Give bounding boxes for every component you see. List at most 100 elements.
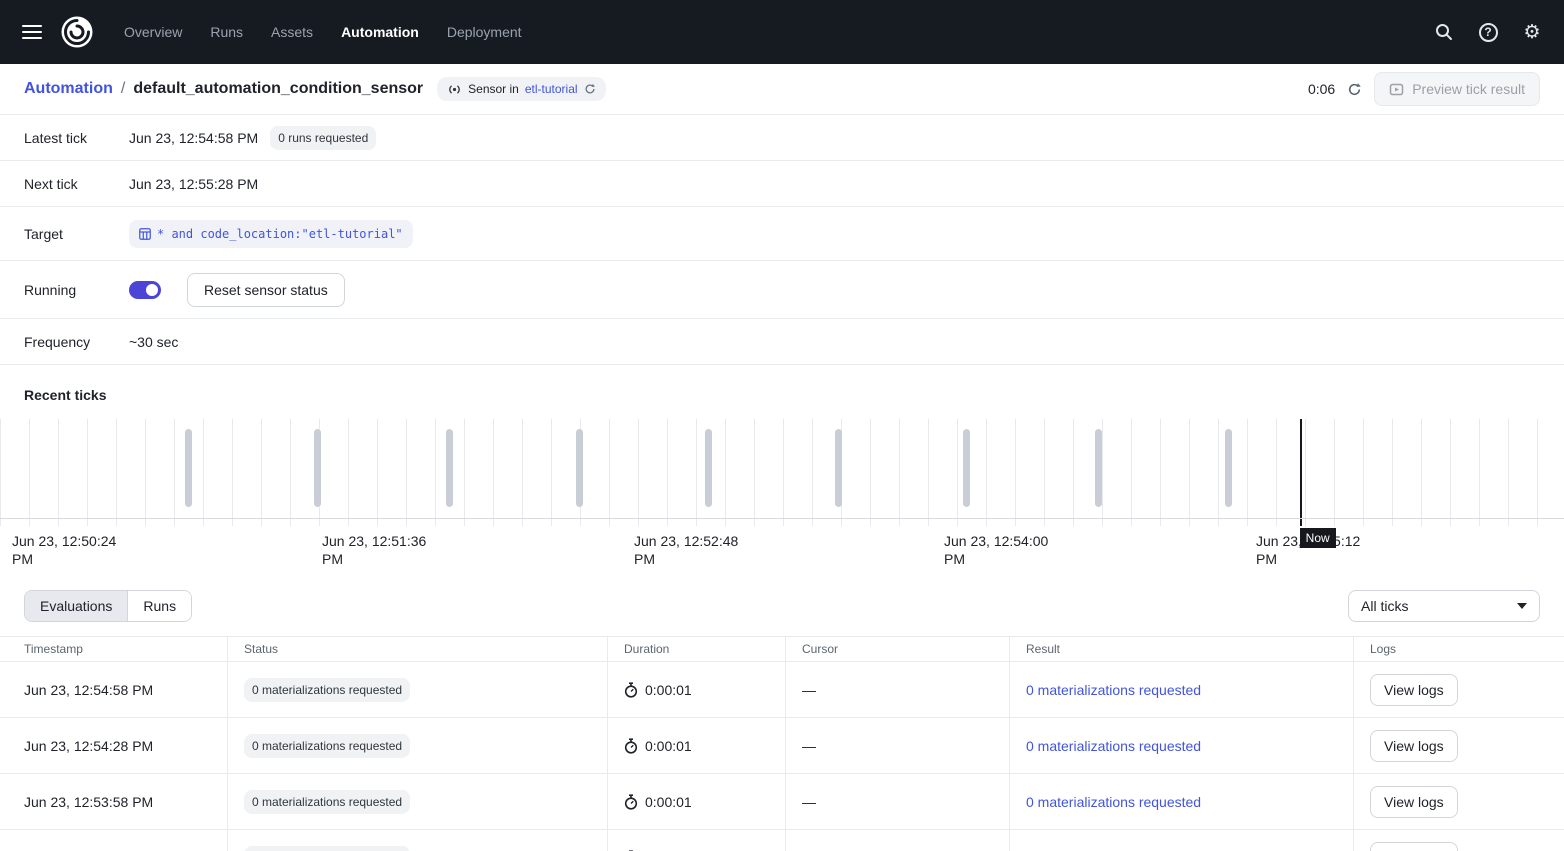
latest-tick-value: Jun 23, 12:54:58 PM bbox=[129, 130, 258, 146]
frequency-row: Frequency ~30 sec bbox=[0, 319, 1564, 365]
status-badge: 0 materializations requested bbox=[244, 678, 410, 702]
sensor-badge-text: Sensor in bbox=[468, 82, 519, 96]
evaluations-table: Timestamp Status Duration Cursor Result … bbox=[0, 636, 1564, 851]
nav-item-overview[interactable]: Overview bbox=[124, 24, 182, 40]
next-tick-row: Next tick Jun 23, 12:55:28 PM bbox=[0, 161, 1564, 207]
refresh-icon[interactable] bbox=[584, 83, 596, 95]
refresh-countdown: 0:06 bbox=[1308, 81, 1335, 97]
tick-timeline bbox=[0, 419, 1564, 526]
table-header-row: Timestamp Status Duration Cursor Result … bbox=[0, 636, 1564, 662]
col-header-timestamp: Timestamp bbox=[0, 636, 228, 662]
cell-cursor: — bbox=[786, 774, 1010, 830]
table-row: Jun 23, 12:54:58 PM 0 materializations r… bbox=[0, 662, 1564, 718]
stopwatch-icon bbox=[624, 682, 638, 698]
tick-mark[interactable] bbox=[1095, 429, 1102, 507]
target-label: Target bbox=[24, 226, 129, 242]
now-marker-badge: Now bbox=[1300, 528, 1336, 548]
status-badge: 0 materializations requested bbox=[244, 790, 410, 814]
ticks-controls: Evaluations Runs All ticks bbox=[0, 584, 1564, 636]
cell-timestamp: Jun 23, 12:53:58 PM bbox=[0, 774, 228, 830]
cell-timestamp: Jun 23, 12:54:58 PM bbox=[0, 662, 228, 718]
now-marker-line bbox=[1300, 419, 1302, 526]
sensor-code-location-link[interactable]: etl-tutorial bbox=[525, 82, 578, 96]
view-segmented-control: Evaluations Runs bbox=[24, 590, 192, 622]
result-link[interactable]: 0 materializations requested bbox=[1026, 738, 1201, 754]
tick-mark[interactable] bbox=[576, 429, 583, 507]
tick-mark[interactable] bbox=[185, 429, 192, 507]
target-row: Target * and code_location:"etl-tutorial… bbox=[0, 207, 1564, 261]
nav-item-assets[interactable]: Assets bbox=[271, 24, 313, 40]
view-logs-button[interactable]: View logs bbox=[1370, 842, 1458, 851]
table-row: Jun 23, 12:54:28 PM 0 materializations r… bbox=[0, 718, 1564, 774]
cell-timestamp: Jun 23, 12:54:28 PM bbox=[0, 718, 228, 774]
view-logs-button[interactable]: View logs bbox=[1370, 730, 1458, 762]
cell-duration: 0:00:01 bbox=[645, 794, 692, 810]
frequency-label: Frequency bbox=[24, 334, 129, 350]
recent-ticks-heading: Recent ticks bbox=[0, 365, 1564, 419]
dagster-logo-icon[interactable] bbox=[60, 14, 96, 50]
tab-runs[interactable]: Runs bbox=[128, 591, 191, 621]
running-row: Running Reset sensor status bbox=[0, 261, 1564, 319]
axis-label: Jun 23, 12:50:24 PM bbox=[12, 532, 124, 568]
latest-tick-row: Latest tick Jun 23, 12:54:58 PM 0 runs r… bbox=[0, 115, 1564, 161]
axis-label: Jun 23, 12:54:00 PM bbox=[944, 532, 1056, 568]
cell-duration: 0:00:01 bbox=[645, 682, 692, 698]
axis-label: Jun 23, 12:52:48 PM bbox=[634, 532, 746, 568]
axis-label: Jun 23, 12:51:36 PM bbox=[322, 532, 434, 568]
sensor-icon bbox=[447, 83, 462, 96]
top-nav: Overview Runs Assets Automation Deployme… bbox=[0, 0, 1564, 64]
running-label: Running bbox=[24, 282, 129, 298]
col-header-duration: Duration bbox=[608, 636, 786, 662]
next-tick-value: Jun 23, 12:55:28 PM bbox=[129, 176, 258, 192]
tick-mark[interactable] bbox=[963, 429, 970, 507]
tick-filter-dropdown[interactable]: All ticks bbox=[1348, 590, 1540, 622]
stopwatch-icon bbox=[624, 738, 638, 754]
cell-cursor: — bbox=[786, 662, 1010, 718]
reset-sensor-status-button[interactable]: Reset sensor status bbox=[187, 273, 345, 307]
result-link[interactable]: 0 materializations requested bbox=[1026, 794, 1201, 810]
hamburger-menu-icon[interactable] bbox=[16, 14, 52, 50]
nav-item-runs[interactable]: Runs bbox=[210, 24, 243, 40]
runs-requested-badge: 0 runs requested bbox=[270, 126, 376, 150]
breadcrumb-separator: / bbox=[121, 80, 125, 98]
result-link[interactable]: 0 materializations requested bbox=[1026, 682, 1201, 698]
sensor-location-badge: Sensor in etl-tutorial bbox=[437, 77, 605, 101]
breadcrumb-automation-link[interactable]: Automation bbox=[24, 80, 113, 98]
tick-mark[interactable] bbox=[446, 429, 453, 507]
cell-cursor: — bbox=[786, 830, 1010, 851]
cell-duration: 0:00:01 bbox=[645, 738, 692, 754]
tick-timeline-axis: Jun 23, 12:50:24 PM Jun 23, 12:51:36 PM … bbox=[0, 526, 1564, 584]
help-icon[interactable]: ? bbox=[1472, 16, 1504, 48]
page-title: default_automation_condition_sensor bbox=[133, 80, 423, 98]
status-badge: 0 materializations requested bbox=[244, 734, 410, 758]
tab-evaluations[interactable]: Evaluations bbox=[25, 591, 128, 621]
running-toggle[interactable] bbox=[129, 281, 161, 299]
view-logs-button[interactable]: View logs bbox=[1370, 674, 1458, 706]
preview-tick-result-button[interactable]: Preview tick result bbox=[1374, 72, 1540, 106]
frequency-value: ~30 sec bbox=[129, 334, 178, 350]
target-selector-text: * and code_location:"etl-tutorial" bbox=[157, 227, 403, 241]
tick-mark[interactable] bbox=[705, 429, 712, 507]
table-row: Jun 23, 12:53:58 PM 0 materializations r… bbox=[0, 774, 1564, 830]
stopwatch-icon bbox=[624, 794, 638, 810]
target-selector-chip[interactable]: * and code_location:"etl-tutorial" bbox=[129, 220, 413, 248]
latest-tick-label: Latest tick bbox=[24, 130, 129, 146]
tick-mark[interactable] bbox=[835, 429, 842, 507]
search-icon[interactable] bbox=[1428, 16, 1460, 48]
cell-timestamp: Jun 23, 12:53:28 PM bbox=[0, 830, 228, 851]
page-header: Automation / default_automation_conditio… bbox=[0, 64, 1564, 115]
col-header-cursor: Cursor bbox=[786, 636, 1010, 662]
table-icon bbox=[139, 228, 151, 240]
col-header-result: Result bbox=[1010, 636, 1354, 662]
chevron-down-icon bbox=[1517, 603, 1527, 609]
nav-item-automation[interactable]: Automation bbox=[341, 24, 419, 40]
tick-mark[interactable] bbox=[314, 429, 321, 507]
preview-icon bbox=[1389, 82, 1404, 97]
settings-gear-icon[interactable]: ⚙ bbox=[1516, 16, 1548, 48]
status-badge: 0 materializations requested bbox=[244, 846, 410, 851]
refresh-icon[interactable] bbox=[1347, 82, 1362, 97]
nav-item-deployment[interactable]: Deployment bbox=[447, 24, 522, 40]
tick-mark[interactable] bbox=[1225, 429, 1232, 507]
main-nav: Overview Runs Assets Automation Deployme… bbox=[124, 24, 522, 40]
view-logs-button[interactable]: View logs bbox=[1370, 786, 1458, 818]
